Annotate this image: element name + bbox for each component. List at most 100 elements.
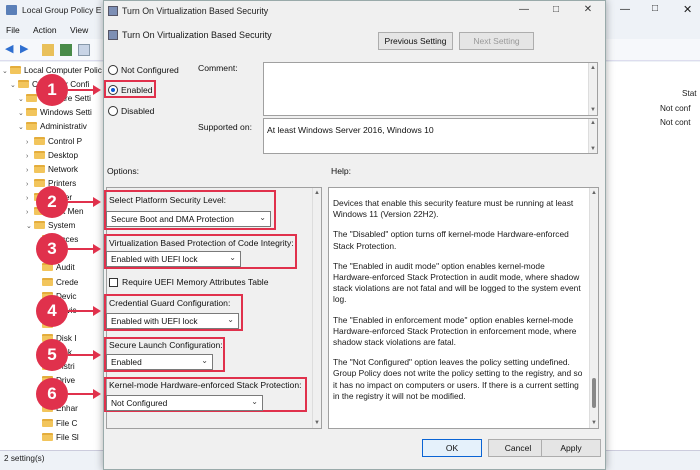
minimize-icon[interactable]: — <box>516 3 532 17</box>
bg-minimize-icon[interactable]: — <box>620 4 630 15</box>
folder-icon <box>42 433 53 441</box>
tree-item[interactable]: › Network <box>26 165 78 177</box>
radio-disabled[interactable] <box>108 106 118 116</box>
state-column-header[interactable]: Stat <box>682 89 697 98</box>
bg-close-icon[interactable]: ✕ <box>683 3 692 16</box>
help-scroll-thumb[interactable] <box>592 378 596 408</box>
folder-icon <box>26 94 37 102</box>
chevron-down-icon: ⌄ <box>259 213 266 222</box>
help-scrollbar[interactable]: ▲ ▼ <box>589 188 598 428</box>
platform-select-value: Secure Boot and DMA Protection <box>111 214 234 224</box>
chevron-icon[interactable]: ⌄ <box>2 67 10 75</box>
help-paragraph: The "Enabled in enforcement mode" option… <box>333 315 585 349</box>
tree-item-label: Desktop <box>48 151 78 160</box>
state-value-2: Not cont <box>660 118 691 127</box>
chevron-icon[interactable]: ⌄ <box>18 95 26 103</box>
uefi-checkbox-label: Require UEFI Memory Attributes Table <box>122 277 268 287</box>
tree-item[interactable]: ⌄ Windows Setti <box>18 108 92 120</box>
uefi-checkbox[interactable] <box>109 278 118 287</box>
chevron-icon[interactable]: ⌄ <box>18 123 26 131</box>
credguard-label: Credential Guard Configuration: <box>109 298 230 308</box>
next-setting-button[interactable]: Next Setting <box>459 32 534 50</box>
securelaunch-select[interactable]: Enabled⌄ <box>106 354 213 370</box>
tree-item-label: Network <box>48 165 78 174</box>
callout-3-arrowhead <box>93 244 101 254</box>
tree-item[interactable]: Audit <box>34 263 75 275</box>
folder-icon <box>34 151 45 159</box>
tree-item[interactable]: File Sl <box>34 433 79 445</box>
tree-item[interactable]: ⌄System <box>26 221 75 233</box>
radio-not-configured-label: Not Configured <box>121 65 179 75</box>
folder-icon <box>34 179 45 187</box>
menu-file[interactable]: File <box>6 25 20 35</box>
vbs-select[interactable]: Enabled with UEFI lock⌄ <box>106 251 241 267</box>
chevron-down-icon: ⌄ <box>201 356 208 365</box>
comment-scrollbar[interactable]: ▲▼ <box>588 63 597 115</box>
folder-icon <box>42 419 53 427</box>
menu-view[interactable]: View <box>70 25 88 35</box>
folder-icon <box>42 278 53 286</box>
tree-item-label: Local Computer Polic <box>24 66 102 75</box>
maximize-icon[interactable]: □ <box>548 3 564 17</box>
tree-item[interactable]: File C <box>34 419 77 431</box>
chevron-icon[interactable]: ⌄ <box>18 109 26 117</box>
help-text: Devices that enable this security featur… <box>333 198 585 411</box>
help-paragraph: Devices that enable this security featur… <box>333 198 585 220</box>
chevron-icon[interactable]: › <box>26 167 34 174</box>
credguard-select[interactable]: Enabled with UEFI lock⌄ <box>106 313 239 329</box>
chevron-icon[interactable]: › <box>26 181 34 188</box>
tree-item-label: Audit <box>56 263 75 272</box>
callout-5-arrowhead <box>93 350 101 360</box>
tree-item[interactable]: ⌄Administrativ <box>18 122 87 134</box>
apply-button[interactable]: Apply <box>541 439 601 457</box>
bg-maximize-icon[interactable]: □ <box>652 3 658 14</box>
results-pane: Stat Not conf Not cont <box>600 62 700 450</box>
forward-arrow-icon[interactable]: ▶ <box>20 42 32 54</box>
chevron-down-icon: ⌄ <box>227 315 234 324</box>
chevron-icon[interactable]: › <box>26 139 34 146</box>
chevron-icon[interactable]: › <box>26 209 34 216</box>
chevron-icon[interactable]: › <box>26 153 34 160</box>
supported-on-value: At least Windows Server 2016, Windows 10 <box>267 125 434 135</box>
ok-button[interactable]: OK <box>422 439 482 457</box>
chevron-icon[interactable]: ⌄ <box>26 222 34 230</box>
chevron-down-icon: ⌄ <box>251 397 258 406</box>
tree-item-label: File Sl <box>56 433 79 442</box>
callout-6: 6 <box>36 378 68 410</box>
tree-item[interactable]: Crede <box>34 278 78 290</box>
tree-item[interactable]: ›Control P <box>26 137 82 149</box>
comment-label: Comment: <box>198 63 238 73</box>
previous-setting-button[interactable]: Previous Setting <box>378 32 453 50</box>
tree-item-label: Windows Setti <box>40 108 92 117</box>
stack-select[interactable]: Not Configured⌄ <box>106 395 263 411</box>
folder-up-icon[interactable] <box>42 44 54 56</box>
folder-icon <box>26 122 37 130</box>
close-icon[interactable]: ✕ <box>580 3 596 17</box>
help-pane: Devices that enable this security featur… <box>328 187 599 429</box>
callout-5-arrow <box>68 354 94 356</box>
show-tree-icon[interactable] <box>60 44 72 56</box>
chevron-icon[interactable]: › <box>26 195 34 202</box>
tree-item[interactable]: › Desktop <box>26 151 78 163</box>
callout-6-arrowhead <box>93 389 101 399</box>
comment-textbox[interactable]: ▲▼ <box>263 62 598 116</box>
callout-4-arrow <box>68 310 94 312</box>
radio-disabled-label: Disabled <box>121 106 154 116</box>
menu-action[interactable]: Action <box>33 25 57 35</box>
help-paragraph: The "Disabled" option turns off kernel-m… <box>333 229 585 251</box>
supported-scrollbar[interactable]: ▲▼ <box>588 119 597 153</box>
callout-4: 4 <box>36 295 68 327</box>
tree-item-label: File C <box>56 419 77 428</box>
callout-3: 3 <box>36 233 68 265</box>
radio-not-configured[interactable] <box>108 65 118 75</box>
supported-on-box: At least Windows Server 2016, Windows 10… <box>263 118 598 154</box>
chevron-down-icon: ⌄ <box>229 253 236 262</box>
cancel-button[interactable]: Cancel <box>488 439 548 457</box>
back-arrow-icon[interactable]: ◀ <box>5 42 17 54</box>
vbs-label: Virtualization Based Protection of Code … <box>109 238 294 248</box>
folder-icon <box>34 137 45 145</box>
chevron-icon[interactable]: ⌄ <box>10 81 18 89</box>
options-scrollbar[interactable]: ▲▼ <box>312 188 321 428</box>
platform-select[interactable]: Secure Boot and DMA Protection ⌄ <box>106 211 271 227</box>
properties-icon[interactable] <box>78 44 90 56</box>
